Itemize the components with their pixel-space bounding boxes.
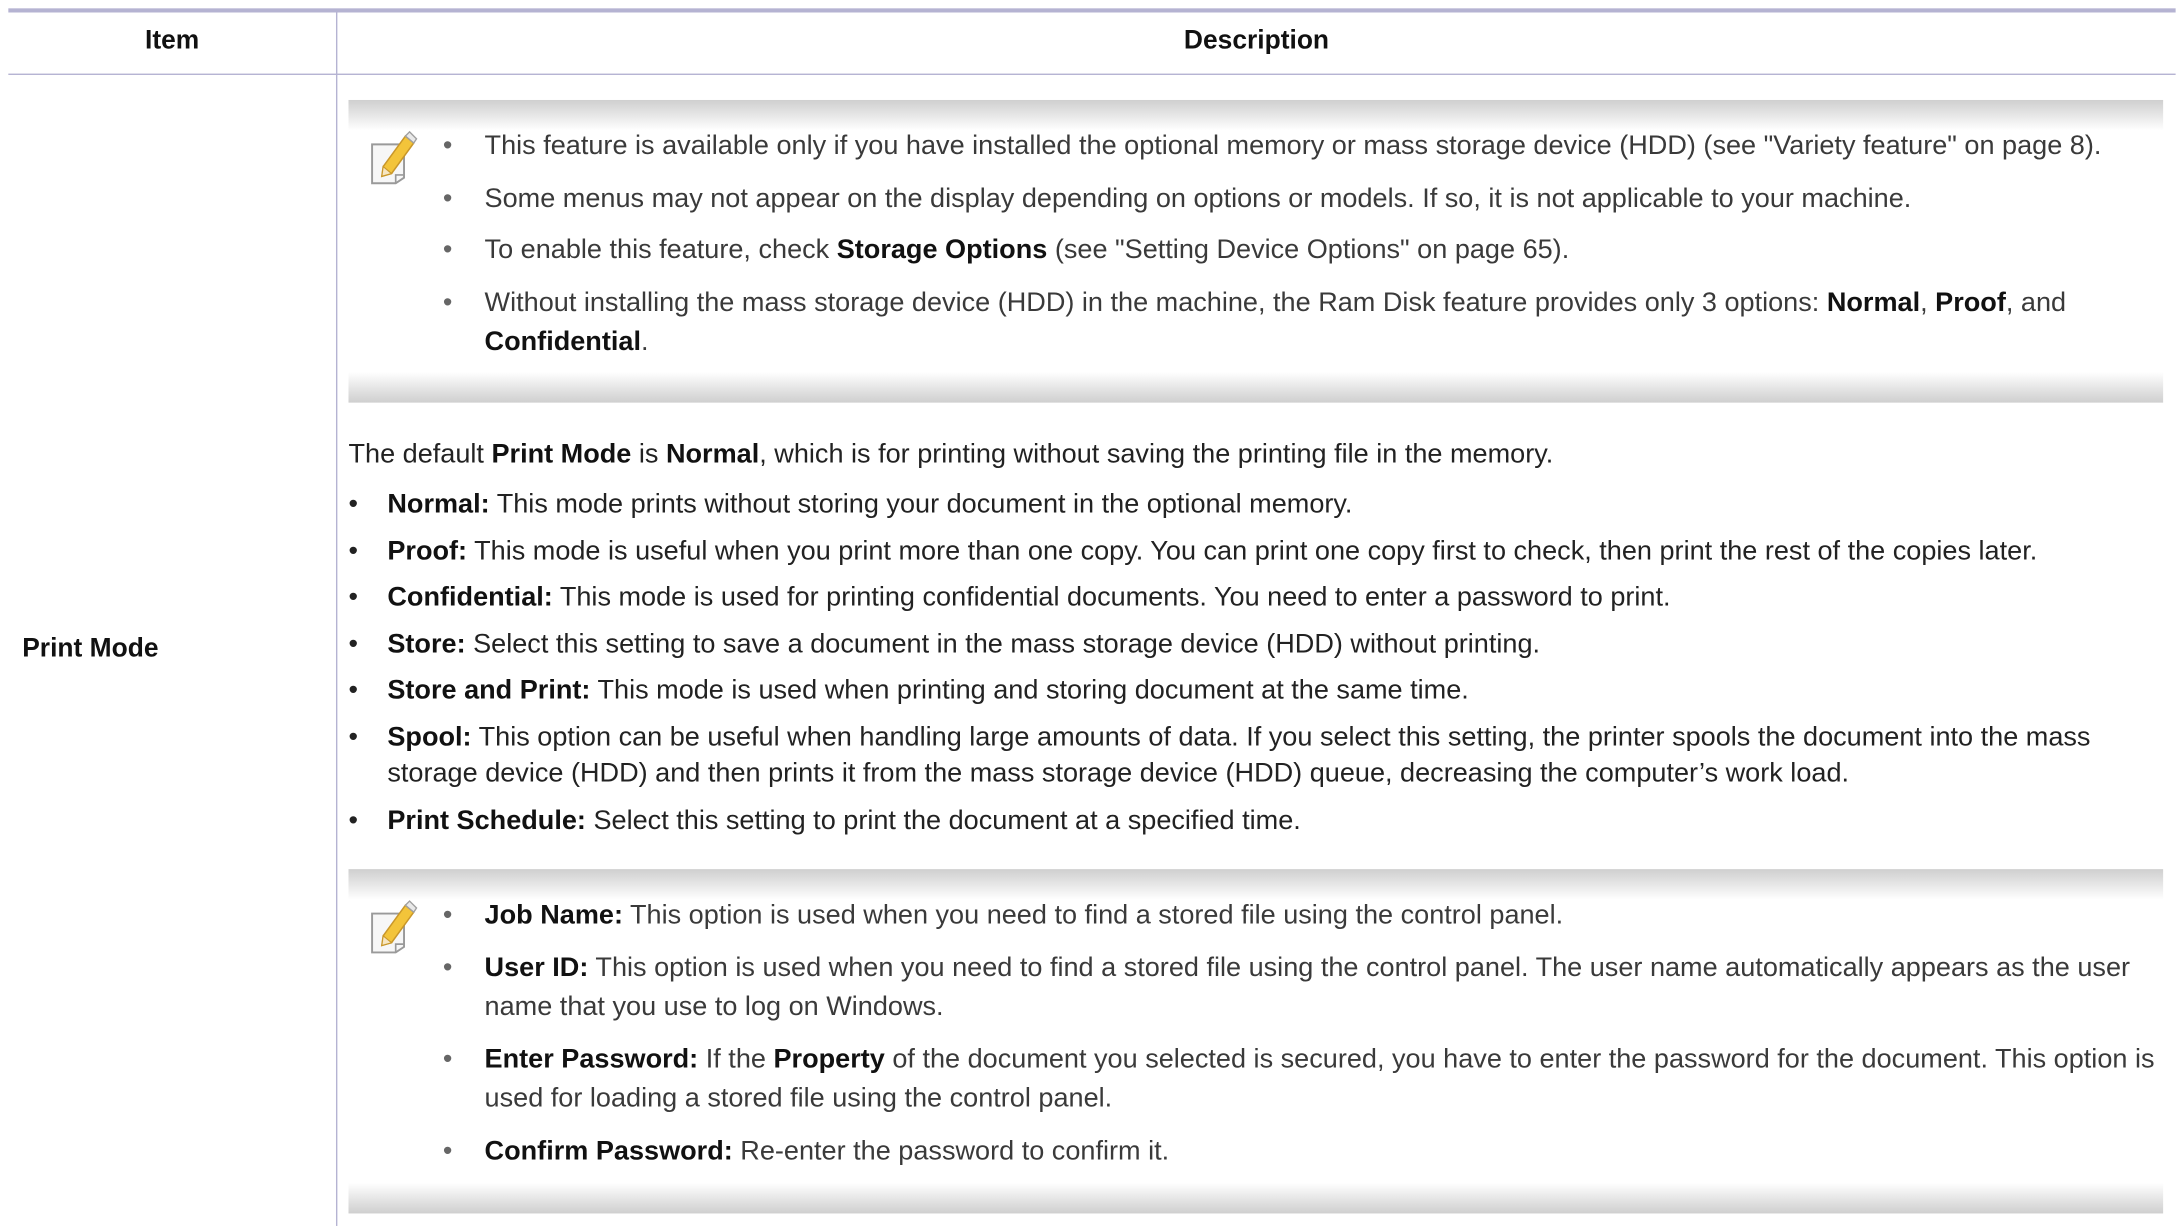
bullet-dot: •: [348, 581, 358, 613]
bold-term: Storage Options: [836, 234, 1048, 266]
bold-term: Print Mode: [491, 438, 632, 470]
bold-term: Confidential: [484, 325, 641, 357]
print-mode-item: • Store: Select this setting to save a do…: [348, 626, 2160, 662]
intro-paragraph: The default Print Mode is Normal, which …: [348, 439, 1553, 471]
print-mode-item: • Store and Print: This mode is used when…: [348, 673, 2160, 709]
bullet-dot: •: [442, 130, 453, 162]
column-divider: [335, 12, 338, 1226]
print-mode-item: • Proof: This mode is useful when you pri…: [348, 533, 2160, 569]
bold-term: Confirm Password:: [484, 1135, 733, 1167]
mode-description: This mode is useful when you print more …: [467, 535, 2038, 566]
text-run: .: [640, 325, 649, 357]
text-run: The default: [348, 438, 492, 470]
note-box-bottom: • Job Name: This option is used when you …: [348, 869, 2164, 1214]
mode-description: This mode is used when printing and stor…: [590, 675, 1469, 706]
text-run: , and: [2005, 286, 2067, 318]
note-bullet: • To enable this feature, check Storage O…: [443, 230, 2163, 269]
mode-description: This mode is used for printing confident…: [552, 581, 1671, 613]
bullet-dot: •: [348, 675, 358, 706]
note-bullet: • This feature is available only if you …: [443, 126, 2163, 165]
bullet-dot: •: [348, 488, 358, 520]
bold-term: Normal: [665, 438, 760, 470]
mode-term: Spool:: [387, 721, 472, 753]
print-mode-list: • Normal: This mode prints without storin…: [348, 486, 2160, 849]
note-bullet: • Job Name: This option is used when you …: [443, 896, 2163, 935]
note-shade-bottom: [348, 1182, 2164, 1214]
bullet-dot: •: [442, 1135, 453, 1167]
note-bullet: • Some menus may not appear on the displa…: [443, 178, 2163, 217]
bullet-dot: •: [442, 1044, 453, 1075]
bullet-dot: •: [442, 899, 453, 931]
note-bullet: • Confirm Password: Re-enter the password…: [443, 1132, 2163, 1171]
mode-term: Proof:: [387, 535, 468, 566]
text-run: (see "Setting Device Options" on page 65…: [1047, 234, 1570, 266]
print-mode-item: • Confidential: This mode is used for pri…: [348, 579, 2160, 615]
mode-description: This option can be useful when handling …: [387, 721, 2091, 789]
bold-term: Enter Password:: [484, 1044, 699, 1075]
text-run: Some menus may not appear on the display…: [484, 182, 1912, 214]
mode-description: Select this setting to save a document i…: [465, 628, 1541, 660]
print-mode-item: • Spool: This option can be useful when h…: [348, 719, 2160, 791]
row-item-label: Print Mode: [22, 634, 159, 664]
mode-term: Store and Print:: [387, 675, 591, 706]
bold-term: User ID:: [484, 952, 589, 983]
text-run: ,: [1920, 286, 1936, 318]
bullet-dot: •: [442, 234, 453, 266]
bullet-dot: •: [442, 286, 453, 318]
header-description: Description: [1183, 26, 1330, 56]
mode-description: This mode prints without storing your do…: [489, 488, 1353, 520]
document-page: Item Description Print Mode • This featu…: [0, 0, 2177, 1226]
bullet-dot: •: [442, 952, 453, 983]
mode-term: Normal:: [387, 488, 490, 520]
bold-term: Normal: [1826, 286, 1921, 318]
note-list-bottom: • Job Name: This option is used when you …: [443, 896, 2163, 1185]
note-shade-bottom: [348, 372, 2164, 403]
bold-term: Property: [773, 1044, 885, 1075]
note-bullet: • Without installing the mass storage dev…: [443, 283, 2163, 361]
text-run: Re-enter the password to confirm it.: [732, 1135, 1170, 1167]
text-run: , which is for printing without saving t…: [759, 438, 1554, 470]
text-run: If the: [698, 1044, 774, 1075]
bold-term: Proof: [1935, 286, 2006, 318]
mode-description: Select this setting to print the documen…: [585, 804, 1301, 836]
text-run: This feature is available only if you ha…: [484, 130, 2102, 162]
note-pencil-icon: [368, 900, 421, 956]
note-bullet: • User ID: This option is used when you n…: [443, 948, 2163, 1026]
bullet-dot: •: [348, 535, 358, 566]
bullet-dot: •: [348, 721, 358, 753]
bullet-dot: •: [348, 804, 358, 836]
note-bullet: • Enter Password: If the Property of the …: [443, 1040, 2163, 1118]
text-run: This option is used when you need to fin…: [622, 899, 1564, 931]
bullet-dot: •: [442, 182, 453, 214]
mode-term: Store:: [387, 628, 466, 660]
print-mode-item: • Normal: This mode prints without storin…: [348, 486, 2160, 522]
note-list-top: • This feature is available only if you …: [443, 126, 2163, 373]
text-run: To enable this feature, check: [484, 234, 837, 266]
note-box-top: • This feature is available only if you …: [348, 99, 2164, 403]
mode-term: Print Schedule:: [387, 804, 586, 836]
note-pencil-icon: [368, 130, 421, 187]
text-run: This option is used when you need to fin…: [484, 952, 2131, 1022]
text-run: Without installing the mass storage devi…: [484, 286, 1827, 318]
bold-term: Job Name:: [484, 899, 623, 931]
print-mode-item: • Print Schedule: Select this setting to …: [348, 802, 2160, 838]
bullet-dot: •: [348, 628, 358, 660]
text-run: is: [631, 438, 666, 470]
table-header: Item Description: [8, 12, 2176, 75]
mode-term: Confidential:: [387, 581, 553, 613]
header-item: Item: [145, 26, 200, 56]
